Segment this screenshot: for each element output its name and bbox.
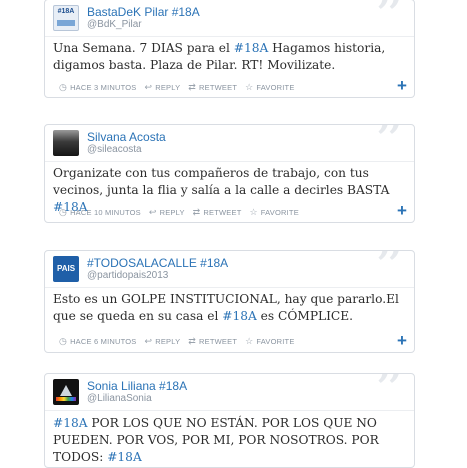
reply-label: REPLY (159, 208, 185, 217)
author-name[interactable]: Silvana Acosta (87, 130, 166, 144)
hashtag-link[interactable]: #18A (222, 309, 257, 323)
tweet-text-segment: Organizate con tus compañeros de trabajo… (53, 166, 390, 197)
tweet-text: #18A POR LOS QUE NO ESTÁN. POR LOS QUE N… (53, 415, 406, 466)
retweet-icon: ⇄ (188, 336, 197, 346)
favorite-label: FAVORITE (260, 208, 299, 217)
avatar-logo-text: #18A (57, 8, 75, 15)
retweet-button[interactable]: ⇄ RETWEET (188, 336, 237, 347)
avatar-prism-shape (60, 385, 72, 396)
avatar-rainbow-stripe (56, 397, 76, 401)
tweet-card: PAIS #TODOSALACALLE #18A @partidopais201… (44, 250, 415, 353)
avatar[interactable]: #18A (53, 5, 79, 31)
reply-button[interactable]: ↩ REPLY (149, 207, 185, 218)
tweet-text-segment: Una Semana. 7 DIAS para el (53, 41, 234, 55)
favorite-label: FAVORITE (256, 337, 295, 346)
reply-label: REPLY (155, 337, 181, 346)
author-name[interactable]: BastaDeK Pilar #18A (87, 5, 200, 19)
tweet-actions: ◷ HACE 10 MINUTOS ↩ REPLY ⇄ RETWEET ☆ FA… (59, 207, 307, 218)
clock-icon: ◷ (59, 82, 68, 92)
avatar-stripe (57, 20, 75, 26)
reply-label: REPLY (155, 83, 181, 92)
tweet-time[interactable]: HACE 6 MINUTOS (70, 337, 136, 346)
retweet-icon: ⇄ (188, 82, 197, 92)
tweet-text: Una Semana. 7 DIAS para el #18A Hagamos … (53, 40, 406, 74)
author-handle[interactable]: @sileacosta (87, 144, 142, 155)
favorite-button[interactable]: ☆ FAVORITE (245, 336, 294, 347)
retweet-label: RETWEET (203, 208, 242, 217)
tweet-actions: ◷ HACE 3 MINUTOS ↩ REPLY ⇄ RETWEET ☆ FAV… (59, 82, 303, 93)
avatar-logo-text: PAIS (56, 264, 76, 273)
tweet-text: Esto es un GOLPE INSTITUCIONAL, hay que … (53, 291, 406, 325)
quote-mark-icon: ” (374, 250, 404, 302)
avatar[interactable] (53, 130, 79, 156)
author-handle[interactable]: @LilianaSonia (87, 393, 152, 404)
favorite-button[interactable]: ☆ FAVORITE (245, 82, 294, 93)
tweet-card: #18A BastaDeK Pilar #18A @BdK_Pilar ” Un… (44, 0, 415, 98)
star-icon: ☆ (245, 336, 254, 346)
reply-icon: ↩ (148, 207, 157, 217)
tweet-header: Sonia Liliana #18A @LilianaSonia ” (45, 374, 414, 420)
tweet-text-segment: POR LOS QUE NO ESTÁN. POR LOS QUE NO PUE… (53, 416, 379, 464)
retweet-button[interactable]: ⇄ RETWEET (188, 82, 237, 93)
tweet-header: Silvana Acosta @sileacosta ” (45, 125, 414, 171)
retweet-label: RETWEET (199, 337, 238, 346)
avatar[interactable]: PAIS (53, 256, 79, 282)
expand-button[interactable]: + (390, 330, 414, 352)
favorite-label: FAVORITE (256, 83, 295, 92)
tweet-actions: ◷ HACE 6 MINUTOS ↩ REPLY ⇄ RETWEET ☆ FAV… (59, 336, 303, 347)
quote-mark-icon: ” (374, 373, 404, 425)
avatar[interactable] (53, 379, 79, 405)
retweet-button[interactable]: ⇄ RETWEET (193, 207, 242, 218)
star-icon: ☆ (245, 82, 254, 92)
hashtag-link[interactable]: #18A (234, 41, 269, 55)
reply-icon: ↩ (144, 336, 153, 346)
author-handle[interactable]: @BdK_Pilar (87, 19, 142, 30)
hashtag-link[interactable]: #18A (107, 450, 142, 464)
reply-button[interactable]: ↩ REPLY (144, 82, 180, 93)
tweet-time[interactable]: HACE 10 MINUTOS (70, 208, 141, 217)
author-handle[interactable]: @partidopais2013 (87, 270, 168, 281)
favorite-button[interactable]: ☆ FAVORITE (249, 207, 298, 218)
tweet-header: PAIS #TODOSALACALLE #18A @partidopais201… (45, 251, 414, 297)
tweet-time[interactable]: HACE 3 MINUTOS (70, 83, 136, 92)
reply-button[interactable]: ↩ REPLY (144, 336, 180, 347)
tweet-text-segment: es CÓMPLICE. (256, 309, 354, 323)
author-name[interactable]: #TODOSALACALLE #18A (87, 256, 228, 270)
clock-icon: ◷ (59, 207, 68, 217)
tweet-header: #18A BastaDeK Pilar #18A @BdK_Pilar ” (45, 0, 414, 46)
quote-mark-icon: ” (374, 124, 404, 176)
reply-icon: ↩ (144, 82, 153, 92)
hashtag-link[interactable]: #18A (53, 416, 88, 430)
expand-button[interactable]: + (390, 200, 414, 222)
tweet-card: Silvana Acosta @sileacosta ” Organizate … (44, 124, 415, 223)
expand-button[interactable]: + (390, 75, 414, 97)
star-icon: ☆ (249, 207, 258, 217)
tweet-card: Sonia Liliana #18A @LilianaSonia ” #18A … (44, 373, 415, 468)
retweet-icon: ⇄ (192, 207, 201, 217)
retweet-label: RETWEET (199, 83, 238, 92)
author-name[interactable]: Sonia Liliana #18A (87, 379, 187, 393)
clock-icon: ◷ (59, 336, 68, 346)
